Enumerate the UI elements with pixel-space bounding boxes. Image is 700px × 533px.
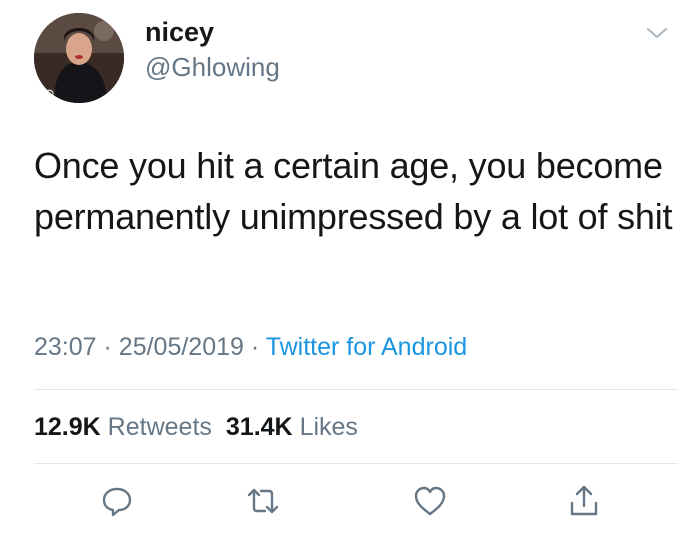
meta-separator: · <box>103 333 112 361</box>
divider <box>34 463 678 464</box>
tweet-source-link[interactable]: Twitter for Android <box>266 333 467 361</box>
likes-count: 31.4K <box>225 413 293 441</box>
avatar[interactable]: O <box>34 13 124 103</box>
retweet-icon[interactable] <box>243 481 283 521</box>
tweet-stats: 12.9K Retweets 31.4K Likes <box>34 410 358 444</box>
retweets-label: Retweets <box>107 413 212 441</box>
reply-icon[interactable] <box>97 481 137 521</box>
tweet-text: Once you hit a certain age, you become p… <box>34 145 673 237</box>
display-name[interactable]: nicey <box>145 14 214 50</box>
retweets-stat[interactable]: 12.9K Retweets <box>34 413 212 441</box>
retweets-count: 12.9K <box>34 413 101 441</box>
tweet-time: 23:07 <box>34 333 97 361</box>
chevron-down-icon[interactable] <box>645 24 669 42</box>
tweet-actions <box>0 481 700 521</box>
tweet-metadata: 23:07 · 25/05/2019 · Twitter for Android <box>34 330 467 364</box>
share-icon[interactable] <box>564 481 604 521</box>
profile-photo: O <box>34 13 124 103</box>
meta-separator: · <box>250 333 260 361</box>
tweet-date: 25/05/2019 <box>118 333 244 361</box>
divider <box>34 389 678 390</box>
likes-label: Likes <box>299 413 358 441</box>
likes-stat[interactable]: 31.4K Likes <box>226 413 358 441</box>
user-handle[interactable]: @Ghlowing <box>145 50 280 84</box>
like-icon[interactable] <box>410 481 450 521</box>
